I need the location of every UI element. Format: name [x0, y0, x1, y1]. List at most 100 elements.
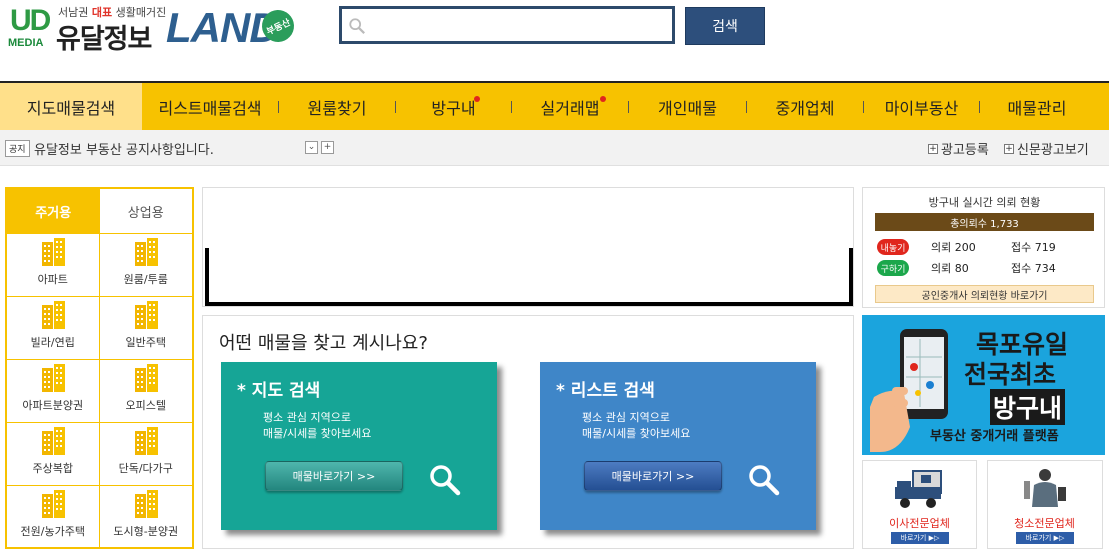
buy-badge: 구하기 [877, 260, 909, 276]
magnifier-icon [430, 465, 461, 496]
apartment-icon [41, 238, 65, 266]
category-item[interactable]: 오피스텔 [99, 359, 192, 422]
presale-icon [41, 364, 65, 392]
list-search-title: * 리스트 검색 [556, 381, 655, 401]
country-house-icon [41, 490, 65, 518]
search-section: 어떤 매물을 찾고 계시나요? * 지도 검색 평소 관심 지역으로 매물/시세… [202, 315, 854, 549]
plus-icon: + [1004, 143, 1014, 154]
nav-brokers[interactable]: 중개업체 [747, 83, 863, 130]
category-panel: 주거용 상업용 아파트 원룸/투룸빌라/연립 일반주택아파트분양권 오피스텔주상복합 단… [5, 187, 194, 549]
tab-residential[interactable]: 주거용 [7, 189, 100, 233]
map-search-desc: 평소 관심 지역으로 매물/시세를 찾아보세요 [263, 411, 372, 440]
cleaning-service-button[interactable]: 바로가기 ▶▷ [1016, 532, 1074, 544]
request-row-buy[interactable]: 구하기 의뢰 80 접수 734 [877, 260, 1056, 276]
list-search-button[interactable]: 매물바로가기 >> [584, 461, 722, 491]
search-section-title: 어떤 매물을 찾고 계시나요? [219, 333, 428, 354]
nav-oneroom[interactable]: 원룸찾기 [279, 83, 395, 130]
category-item[interactable]: 전원/농가주택 [7, 485, 100, 548]
detached-house-icon [134, 427, 158, 455]
promo-line4: 부동산 중개거래 플랫폼 [930, 429, 1059, 444]
moving-service-button[interactable]: 바로가기 ▶▷ [891, 532, 949, 544]
category-item[interactable]: 아파트분양권 [7, 359, 100, 422]
sell-inquiry: 의뢰 200 [931, 241, 976, 254]
category-label: 빌라/연립 [30, 336, 75, 349]
category-label: 아파트 [37, 273, 68, 286]
nav-my-realestate[interactable]: 마이부동산 [864, 83, 979, 130]
tab-commercial[interactable]: 상업용 [99, 189, 192, 233]
search-input[interactable] [372, 13, 670, 39]
cleaning-worker-icon [1024, 469, 1066, 507]
category-tabs: 주거용 상업용 [7, 189, 192, 233]
category-item[interactable]: 빌라/연립 [7, 296, 100, 359]
notice-tag: 공지 [5, 140, 30, 157]
logo-name: 유달정보 [56, 24, 152, 55]
category-item[interactable]: 원룸/투룸 [99, 233, 192, 296]
nav-map-search[interactable]: 지도매물검색 [0, 83, 142, 130]
cleaning-service-label: 청소전문업체 [1014, 517, 1075, 530]
promo-line2: 전국최초 [964, 360, 1057, 389]
category-grid: 아파트 원룸/투룸빌라/연립 일반주택아파트분양권 오피스텔주상복합 단독/다가구전원/… [7, 233, 192, 548]
urban-presale-icon [134, 490, 158, 518]
broker-status-link[interactable]: 공인중개사 의뢰현황 바로가기 [875, 285, 1094, 303]
logo-media-text: MEDIA [8, 37, 44, 49]
banner-frame [205, 248, 853, 306]
moving-truck-icon [895, 470, 942, 508]
plus-icon: + [928, 143, 938, 154]
request-status-title: 방구내 실시간 의뢰 현황 [928, 196, 1041, 209]
buy-inquiry: 의뢰 80 [931, 262, 969, 275]
notice-plus-icon[interactable]: + [321, 141, 334, 154]
villa-icon [41, 301, 65, 329]
promo-banner[interactable]: 목포유일 전국최초 방구내 부동산 중개거래 플랫폼 [862, 315, 1105, 455]
request-row-sell[interactable]: 내놓기 의뢰 200 접수 719 [877, 239, 1056, 255]
search-button[interactable]: 검색 [685, 7, 765, 45]
list-search-desc: 평소 관심 지역으로 매물/시세를 찾아보세요 [582, 411, 691, 440]
map-search-card[interactable]: * 지도 검색 평소 관심 지역으로 매물/시세를 찾아보세요 매물바로가기 >… [221, 362, 497, 530]
category-label: 도시형-분양권 [113, 525, 179, 538]
new-dot-icon [600, 96, 606, 102]
category-label: 아파트분양권 [22, 399, 84, 412]
new-dot-icon [474, 96, 480, 102]
ad-register-link[interactable]: + 광고등록 [928, 139, 989, 158]
main-nav: 지도매물검색 리스트매물검색 원룸찾기 방구내 실거래맵 개인매물 중개업체 마… [0, 81, 1109, 130]
search-icon [349, 18, 365, 34]
category-item[interactable]: 도시형-분양권 [99, 485, 192, 548]
search-box [339, 6, 675, 44]
nav-transaction-map[interactable]: 실거래맵 [512, 83, 628, 130]
moving-service-box[interactable]: 이사전문업체 바로가기 ▶▷ [862, 460, 977, 549]
notice-text[interactable]: 유달정보 부동산 공지사항입니다. [34, 139, 214, 158]
map-search-button[interactable]: 매물바로가기 >> [265, 461, 403, 491]
buy-accept: 접수 734 [1011, 262, 1056, 275]
header: UD MEDIA 서남권 대표 생활매거진 유달정보 LAND 부동산 검색 [0, 0, 1109, 80]
category-item[interactable]: 일반주택 [99, 296, 192, 359]
magnifier-icon [749, 465, 780, 496]
cleaning-service-box[interactable]: 청소전문업체 바로가기 ▶▷ [987, 460, 1103, 549]
category-label: 원룸/투룸 [123, 273, 168, 286]
house-icon [134, 301, 158, 329]
list-search-card[interactable]: * 리스트 검색 평소 관심 지역으로 매물/시세를 찾아보세요 매물바로가기 … [540, 362, 816, 530]
category-item[interactable]: 아파트 [7, 233, 100, 296]
category-item[interactable]: 주상복합 [7, 422, 100, 485]
promo-line3: 방구내 [990, 389, 1066, 425]
nav-list-search[interactable]: 리스트매물검색 [142, 83, 278, 130]
map-search-title: * 지도 검색 [237, 381, 321, 401]
category-label: 오피스텔 [125, 399, 166, 412]
category-label: 일반주택 [125, 336, 166, 349]
site-logo[interactable]: UD MEDIA 서남권 대표 생활매거진 유달정보 LAND 부동산 [6, 4, 306, 55]
notice-expand-icon[interactable]: ⌄ [305, 141, 318, 154]
moving-service-label: 이사전문업체 [889, 517, 950, 530]
officetel-icon [134, 364, 158, 392]
nav-banggunae[interactable]: 방구내 [396, 83, 511, 130]
category-label: 주상복합 [32, 462, 73, 475]
banner-area [202, 187, 854, 307]
nav-personal-listings[interactable]: 개인매물 [629, 83, 746, 130]
nav-listing-management[interactable]: 매물관리 [980, 83, 1094, 130]
oneroom-icon [134, 238, 158, 266]
category-label: 단독/다가구 [118, 462, 173, 475]
sell-accept: 접수 719 [1011, 241, 1056, 254]
logo-ud-text: UD [10, 4, 51, 37]
request-total: 총의뢰수 1,733 [875, 213, 1094, 231]
mixed-use-icon [41, 427, 65, 455]
category-item[interactable]: 단독/다가구 [99, 422, 192, 485]
request-status-box: 방구내 실시간 의뢰 현황 총의뢰수 1,733 내놓기 의뢰 200 접수 7… [862, 187, 1105, 308]
newspaper-ad-link[interactable]: + 신문광고보기 [1004, 139, 1089, 158]
